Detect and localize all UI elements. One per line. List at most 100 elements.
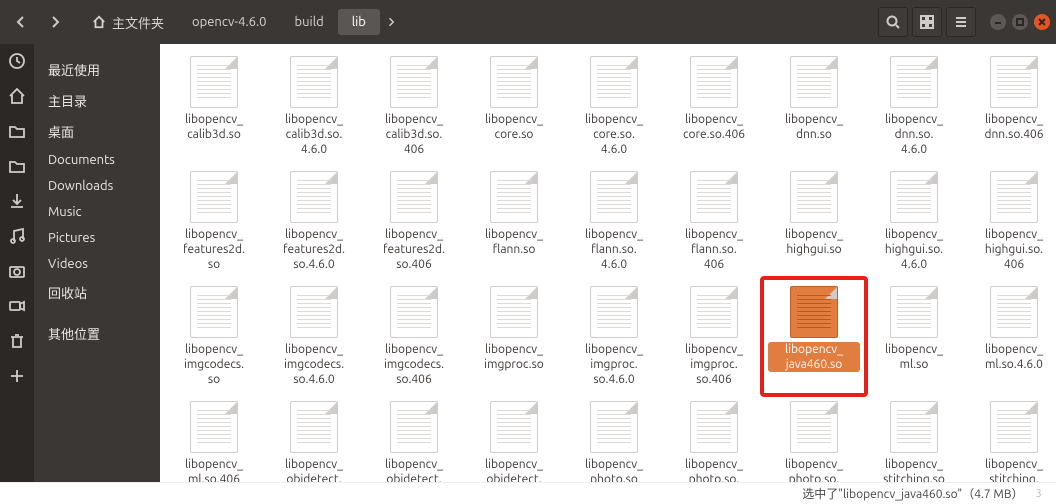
sidebar-item-music[interactable]: Music [34,199,160,225]
file-icon [290,286,338,338]
folder-icon[interactable] [8,157,26,178]
breadcrumb-item-0[interactable]: opencv-4.6.0 [178,9,281,35]
file-item[interactable]: libopencv_imgproc.so.406 [666,282,762,391]
file-item[interactable]: libopencv_java460.so [766,282,862,391]
file-item[interactable]: libopencv_imgproc.so.4.6.0 [566,282,662,391]
file-icon [790,401,838,453]
sidebar-item-home[interactable]: 主目录 [34,85,160,116]
file-icon [690,56,738,108]
file-item[interactable]: libopencv_features2d.so [166,167,262,276]
file-item[interactable]: libopencv_photo.so.4.6.0 [666,397,762,482]
file-label: libopencv_core.so [468,112,560,142]
home-icon[interactable] [8,87,26,108]
back-button[interactable] [6,7,36,37]
breadcrumb-item-2[interactable]: lib [338,9,380,35]
file-label: libopencv_objdetect.so [268,457,360,482]
maximize-button[interactable] [1012,14,1028,30]
file-item[interactable]: libopencv_imgcodecs.so [166,282,262,391]
file-item[interactable]: libopencv_imgproc.so [466,282,562,391]
file-item[interactable]: libopencv_core.so.4.6.0 [566,52,662,161]
file-icon [590,401,638,453]
folder-icon[interactable] [8,122,26,143]
file-item[interactable]: libopencv_stitching.so.4.6.0 [966,397,1056,482]
video-icon[interactable] [8,297,26,318]
file-item[interactable]: libopencv_core.so.406 [666,52,762,161]
forward-button[interactable] [40,7,70,37]
file-label: libopencv_core.so.406 [668,112,760,142]
file-item[interactable]: libopencv_highgui.so [766,167,862,276]
file-area[interactable]: libopencv_calib3d.solibopencv_calib3d.so… [160,44,1056,482]
breadcrumb-home[interactable]: 主文件夹 [78,7,178,38]
close-button[interactable] [1034,14,1050,30]
download-icon[interactable] [8,192,26,213]
sidebar-item-recent[interactable]: 最近使用 [34,54,160,85]
file-label: libopencv_highgui.so.406 [968,227,1056,272]
sidebar-item-desktop[interactable]: 桌面 [34,116,160,147]
file-icon [390,286,438,338]
file-item[interactable]: libopencv_calib3d.so [166,52,262,161]
file-label: libopencv_imgcodecs.so.4.6.0 [268,342,360,387]
music-icon[interactable] [8,227,26,248]
window-controls [990,14,1050,30]
file-label: libopencv_imgproc.so [468,342,560,372]
sidebar-item-videos[interactable]: Videos [34,251,160,277]
file-icon [390,56,438,108]
camera-icon[interactable] [8,262,26,283]
file-label: libopencv_objdetect.so.406 [468,457,560,482]
file-item[interactable]: libopencv_flann.so [466,167,562,276]
file-item[interactable]: libopencv_core.so [466,52,562,161]
file-item[interactable]: libopencv_highgui.so.406 [966,167,1056,276]
minimize-button[interactable] [990,14,1006,30]
plus-icon[interactable] [8,367,26,388]
sidebar-item-trash[interactable]: 回收站 [34,277,160,308]
file-item[interactable]: libopencv_objdetect.so.4.6.0 [366,397,462,482]
file-label: libopencv_photo.so [568,457,660,482]
file-item[interactable]: libopencv_objdetect.so [266,397,362,482]
breadcrumb-next-button[interactable] [380,7,402,37]
file-icon [290,171,338,223]
file-item[interactable]: libopencv_photo.so.406 [766,397,862,482]
breadcrumb: 主文件夹 opencv-4.6.0 build lib [78,7,402,38]
file-label: libopencv_calib3d.so.4.6.0 [268,112,360,157]
clock-icon[interactable] [8,52,26,73]
file-item[interactable]: libopencv_flann.so.4.6.0 [566,167,662,276]
file-icon [890,401,938,453]
file-item[interactable]: libopencv_objdetect.so.406 [466,397,562,482]
file-item[interactable]: libopencv_features2d.so.4.6.0 [266,167,362,276]
trash-icon[interactable] [8,332,26,353]
file-item[interactable]: libopencv_photo.so [566,397,662,482]
file-label: libopencv_imgproc.so.4.6.0 [568,342,660,387]
file-label: libopencv_objdetect.so.4.6.0 [368,457,460,482]
search-button[interactable] [878,7,908,37]
menu-button[interactable] [946,7,976,37]
file-item[interactable]: libopencv_highgui.so.4.6.0 [866,167,962,276]
file-item[interactable]: libopencv_ml.so.4.6.0 [966,282,1056,391]
file-item[interactable]: libopencv_ml.so.406 [166,397,262,482]
file-icon [490,286,538,338]
file-item[interactable]: libopencv_dnn.so [766,52,862,161]
file-item[interactable]: libopencv_flann.so.406 [666,167,762,276]
file-item[interactable]: libopencv_imgcodecs.so.4.6.0 [266,282,362,391]
sidebar-item-downloads[interactable]: Downloads [34,173,160,199]
file-item[interactable]: libopencv_ml.so [866,282,962,391]
file-item[interactable]: libopencv_imgcodecs.so.406 [366,282,462,391]
file-item[interactable]: libopencv_features2d.so.406 [366,167,462,276]
file-label: libopencv_features2d.so.4.6.0 [268,227,360,272]
view-grid-button[interactable] [912,7,942,37]
breadcrumb-home-label: 主文件夹 [112,13,164,32]
file-item[interactable]: libopencv_calib3d.so.4.6.0 [266,52,362,161]
file-label: libopencv_dnn.so [768,112,860,142]
file-icon [190,171,238,223]
breadcrumb-item-1[interactable]: build [281,9,338,35]
file-label: libopencv_ml.so [868,342,960,372]
sidebar-item-other[interactable]: 其他位置 [34,318,160,349]
file-icon [990,56,1038,108]
file-label: libopencv_imgcodecs.so [168,342,260,387]
file-item[interactable]: libopencv_calib3d.so.406 [366,52,462,161]
file-label: libopencv_imgproc.so.406 [668,342,760,387]
file-item[interactable]: libopencv_dnn.so.4.6.0 [866,52,962,161]
sidebar-item-documents[interactable]: Documents [34,147,160,173]
file-item[interactable]: libopencv_dnn.so.406 [966,52,1056,161]
file-item[interactable]: libopencv_stitching.so [866,397,962,482]
sidebar-item-pictures[interactable]: Pictures [34,225,160,251]
